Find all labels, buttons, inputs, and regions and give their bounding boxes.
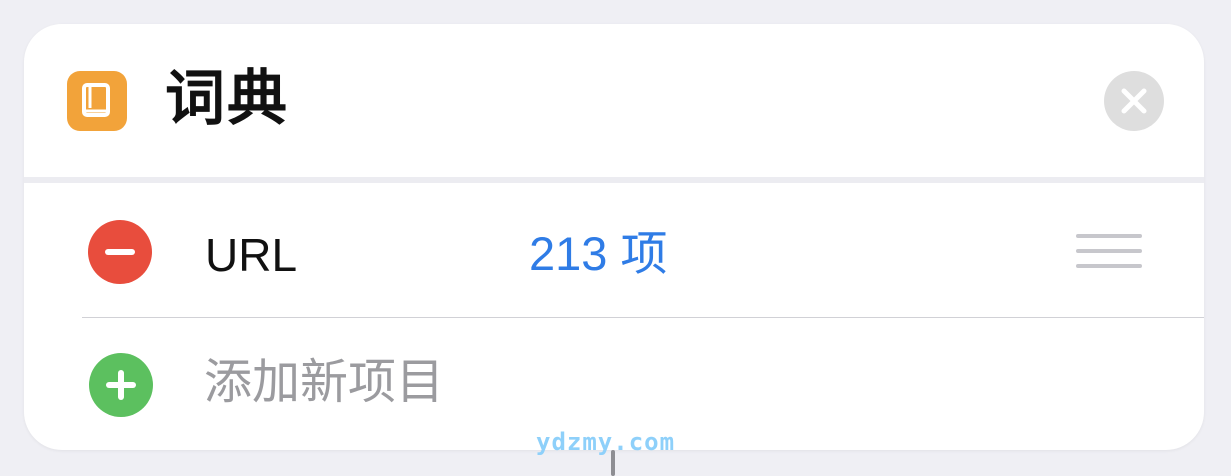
card-header: 词典: [24, 24, 1204, 177]
card-title: 词典: [165, 64, 289, 134]
dictionary-value[interactable]: 213 项: [529, 225, 667, 283]
add-item-row[interactable]: 添加新项目: [24, 318, 1204, 450]
close-button[interactable]: [1104, 71, 1164, 131]
add-item-button[interactable]: [89, 353, 153, 417]
minus-icon: [105, 249, 135, 255]
close-icon: [1121, 88, 1147, 114]
dictionary-row-url: URL 213 项: [24, 183, 1204, 317]
dictionary-key[interactable]: URL: [205, 227, 297, 283]
dictionary-action-card: 词典 URL 213 项 添加新项目: [24, 24, 1204, 450]
add-item-label[interactable]: 添加新项目: [204, 353, 444, 411]
book-glyph: [82, 83, 110, 117]
action-connector-line: [611, 450, 615, 476]
book-icon: [67, 71, 127, 131]
plus-icon-vertical: [118, 370, 124, 400]
remove-item-button[interactable]: [88, 220, 152, 284]
drag-handle-icon[interactable]: [1076, 234, 1142, 268]
